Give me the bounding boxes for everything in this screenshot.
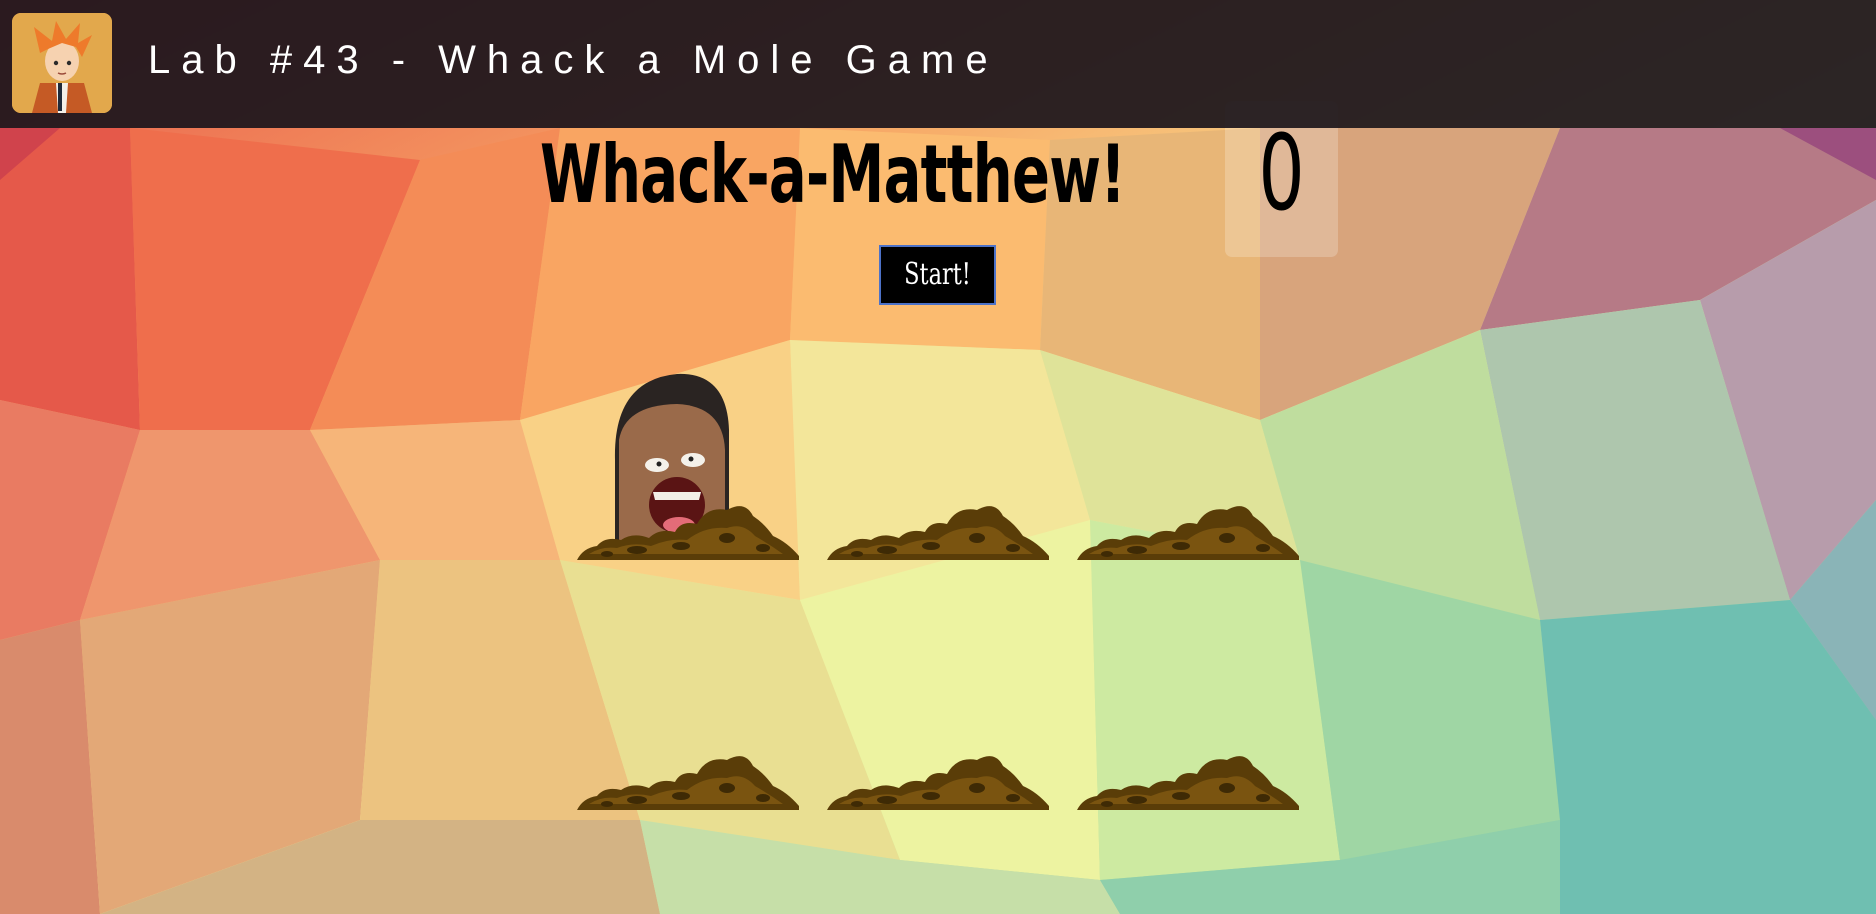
anime-avatar-icon	[12, 13, 112, 113]
start-button[interactable]: Start!	[879, 245, 996, 305]
top-header: Lab #43 - Whack a Mole Game	[0, 0, 1876, 128]
mole-hole-4[interactable]	[577, 610, 799, 810]
page-title: Lab #43 - Whack a Mole Game	[148, 38, 999, 82]
mole-hole-5[interactable]	[827, 610, 1049, 810]
dirt-mound-icon	[827, 756, 1049, 810]
dirt-mound-icon	[827, 506, 1049, 560]
score-value: 0	[1258, 112, 1305, 234]
dirt-mound-icon	[577, 506, 799, 560]
mole-hole-3[interactable]	[1077, 360, 1299, 560]
dirt-mound-icon	[1077, 756, 1299, 810]
mole-hole-1[interactable]	[577, 360, 799, 560]
game-title: Whack-a-Matthew!	[540, 128, 1126, 221]
mole-hole-2[interactable]	[827, 360, 1049, 560]
start-button-label: Start!	[904, 257, 971, 292]
dirt-mound-icon	[577, 756, 799, 810]
mole-hole-6[interactable]	[1077, 610, 1299, 810]
dirt-mound-icon	[1077, 506, 1299, 560]
